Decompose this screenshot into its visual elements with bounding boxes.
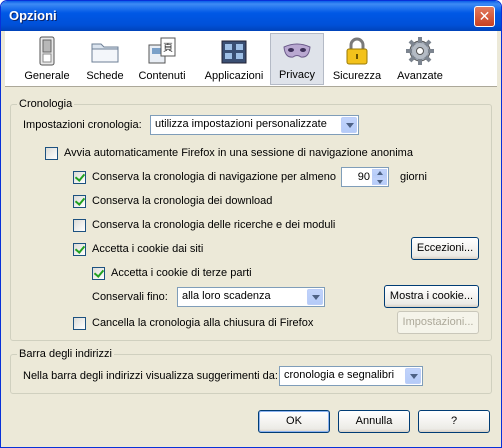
- clear-on-close-label[interactable]: Cancella la cronologia alla chiusura di …: [92, 317, 313, 329]
- search-history-label[interactable]: Conserva la cronologia delle ricerche e …: [92, 219, 335, 231]
- exceptions-button[interactable]: Eccezioni...: [411, 237, 479, 260]
- clear-settings-button[interactable]: Impostazioni...: [397, 311, 479, 334]
- tab-schede[interactable]: Schede: [81, 33, 129, 85]
- private-mode-label[interactable]: Avvia automaticamente Firefox in una ses…: [64, 147, 413, 159]
- tab-label: Applicazioni: [204, 70, 264, 82]
- pane-toolbar: Generale Schede 頁 Contenuti Applicazioni…: [5, 31, 497, 87]
- suggest-value: cronologia e segnalibri: [284, 369, 395, 381]
- suggest-select[interactable]: cronologia e segnalibri: [279, 366, 423, 386]
- tab-applicazioni[interactable]: Applicazioni: [201, 33, 267, 85]
- tab-sicurezza[interactable]: Sicurezza: [329, 33, 385, 85]
- tab-label: Schede: [86, 70, 124, 82]
- keep-history-label[interactable]: Conserva la cronologia di navigazione pe…: [92, 171, 336, 183]
- private-mode-checkbox[interactable]: [45, 147, 58, 160]
- location-bar-group: Barra degli indirizzi Nella barra degli …: [10, 348, 492, 394]
- stepper-up-icon[interactable]: [372, 169, 387, 177]
- tab-avanzate[interactable]: Avanzate: [389, 33, 451, 85]
- accept-cookies-checkbox[interactable]: [73, 243, 86, 256]
- lock-icon: [346, 37, 368, 65]
- tab-generale[interactable]: Generale: [13, 33, 81, 85]
- show-cookies-button[interactable]: Mostra i cookie...: [384, 285, 479, 308]
- tab-label: Generale: [24, 70, 70, 82]
- history-settings-label: Impostazioni cronologia:: [23, 119, 142, 131]
- window-title: Opzioni: [9, 8, 57, 23]
- days-label: giorni: [400, 171, 427, 183]
- history-legend: Cronologia: [17, 98, 75, 110]
- history-settings-value: utilizza impostazioni personalizzate: [155, 118, 327, 130]
- third-party-cookies-checkbox[interactable]: [92, 267, 105, 280]
- history-settings-select[interactable]: utilizza impostazioni personalizzate: [150, 115, 359, 135]
- history-group: Cronologia Impostazioni cronologia: util…: [10, 98, 492, 341]
- download-history-label[interactable]: Conserva la cronologia dei download: [92, 195, 272, 207]
- keep-until-label: Conservali fino:: [92, 291, 168, 303]
- cancel-button[interactable]: Annulla: [338, 410, 410, 433]
- accept-cookies-label[interactable]: Accetta i cookie dai siti: [92, 243, 203, 255]
- tab-contenuti[interactable]: 頁 Contenuti: [131, 33, 193, 85]
- clear-on-close-checkbox[interactable]: [73, 317, 86, 330]
- tab-privacy[interactable]: Privacy: [270, 33, 324, 85]
- chevron-down-icon[interactable]: [405, 368, 421, 384]
- history-days-stepper[interactable]: 90: [341, 167, 389, 187]
- switch-icon: [39, 36, 55, 66]
- keep-until-select[interactable]: alla loro scadenza: [177, 287, 325, 307]
- help-button[interactable]: ?: [418, 410, 490, 433]
- folder-tabs-icon: [91, 43, 119, 63]
- options-window: Opzioni ✕ Generale Schede 頁 Contenuti Ap…: [0, 0, 502, 448]
- keep-until-value: alla loro scadenza: [182, 290, 271, 302]
- applications-icon: [221, 40, 247, 64]
- svg-text:頁: 頁: [163, 42, 173, 54]
- close-button[interactable]: ✕: [474, 6, 495, 27]
- suggest-label: Nella barra degli indirizzi visualizza s…: [23, 370, 278, 382]
- ok-button[interactable]: OK: [258, 410, 330, 433]
- location-bar-legend: Barra degli indirizzi: [17, 348, 114, 360]
- search-history-checkbox[interactable]: [73, 219, 86, 232]
- history-days-value: 90: [357, 171, 370, 183]
- contents-icon: 頁: [148, 37, 176, 64]
- keep-history-checkbox[interactable]: [73, 171, 86, 184]
- chevron-down-icon[interactable]: [307, 289, 323, 305]
- stepper-down-icon[interactable]: [372, 177, 387, 185]
- mask-icon: [283, 43, 311, 58]
- tab-label: Privacy: [278, 69, 316, 81]
- download-history-checkbox[interactable]: [73, 195, 86, 208]
- gear-icon: [406, 37, 434, 65]
- third-party-cookies-label[interactable]: Accetta i cookie di terze parti: [111, 267, 252, 279]
- tab-label: Sicurezza: [332, 70, 382, 82]
- privacy-pane: Cronologia Impostazioni cronologia: util…: [5, 88, 497, 443]
- chevron-down-icon[interactable]: [341, 117, 357, 133]
- tab-label: Contenuti: [138, 70, 186, 82]
- title-bar[interactable]: Opzioni ✕: [1, 1, 501, 31]
- tab-label: Avanzate: [397, 70, 443, 82]
